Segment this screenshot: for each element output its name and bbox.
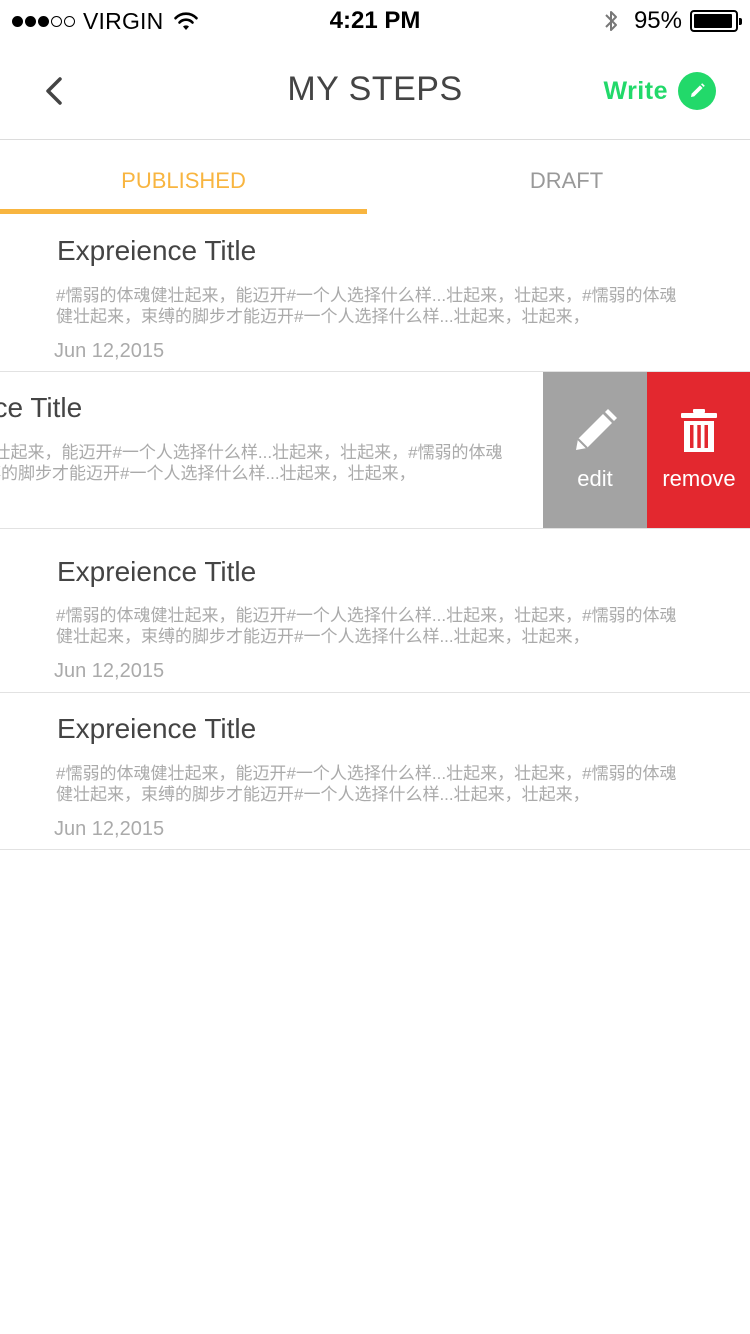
list-item[interactable]: Expreience Title #懦弱的体魂健壮起来，能迈开#一个人选择什么样… [0,529,750,693]
nav-bar: MY STEPS Write [0,40,750,140]
tab-published[interactable]: PUBLISHED [0,141,367,215]
entry-list: Expreience Title #懦弱的体魂健壮起来，能迈开#一个人选择什么样… [0,215,750,850]
active-tab-indicator [0,209,367,214]
entry-excerpt-line: #懦弱的体魂健壮起来，能迈开#一个人选择什么样...壮起来，壮起来，#懦弱的体魂 [56,606,677,625]
remove-button-label: remove [662,466,736,491]
entry-date: Jun 12,2015 [54,340,165,362]
battery-icon [690,10,742,32]
status-right: 95% [602,7,742,35]
entry-excerpt: #懦弱的体魂健壮起来，能迈开#一个人选择什么样...壮起来，壮起来，#懦弱的体魂… [56,285,716,327]
write-pencil-icon [678,72,716,110]
entry-excerpt-line: 健壮起来，束缚的脚步才能迈开#一个人选择什么样...壮起来，壮起来， [56,785,590,804]
entry-excerpt-line: 健壮起来，束缚的脚步才能迈开#一个人选择什么样...壮起来，壮起来， [56,307,590,326]
entry-title: Expreience Title [0,392,83,423]
entry-excerpt: #懦弱的体魂健壮起来，能迈开#一个人选择什么样...壮起来，壮起来，#懦弱的体魂… [56,763,716,805]
entry-title: Expreience Title [57,713,257,744]
tab-draft[interactable]: DRAFT [383,141,750,215]
tab-bar: PUBLISHED DRAFT [0,141,750,215]
edit-button-label: edit [577,466,613,491]
entry-date: Jun 12,2015 [54,818,165,840]
entry-excerpt: #懦弱的体魂健壮起来，能迈开#一个人选择什么样...壮起来，壮起来，#懦弱的体魂… [0,442,542,484]
entry-title: Expreience Title [57,235,257,266]
entry-excerpt-line: #懦弱的体魂健壮起来，能迈开#一个人选择什么样...壮起来，壮起来，#懦弱的体魂 [56,764,677,783]
battery-percent: 95% [633,7,682,34]
pencil-icon [576,409,617,450]
write-button[interactable]: Write [603,72,716,110]
status-bar: VIRGIN 4:21 PM 95% [0,0,750,40]
entry-excerpt-line: #懦弱的体魂健壮起来，能迈开#一个人选择什么样...壮起来，壮起来，#懦弱的体魂 [0,443,503,462]
list-item[interactable]: Expreience Title #懦弱的体魂健壮起来，能迈开#一个人选择什么样… [0,215,750,372]
entry-excerpt-line: 健壮起来，束缚的脚步才能迈开#一个人选择什么样...壮起来，壮起来， [56,627,590,646]
entry-excerpt-line: #懦弱的体魂健壮起来，能迈开#一个人选择什么样...壮起来，壮起来，#懦弱的体魂 [56,286,677,305]
entry-title: Expreience Title [57,556,257,587]
trash-icon [681,409,717,452]
entry-date: Jun 12,2015 [54,660,165,682]
entry-excerpt-line: 健壮起来，束缚的脚步才能迈开#一个人选择什么样...壮起来，壮起来， [0,464,416,483]
edit-button[interactable]: edit [543,372,647,528]
entry-excerpt: #懦弱的体魂健壮起来，能迈开#一个人选择什么样...壮起来，壮起来，#懦弱的体魂… [56,605,716,647]
battery-level [694,14,732,28]
list-item[interactable]: Expreience Title #懦弱的体魂健壮起来，能迈开#一个人选择什么样… [0,693,750,850]
list-item-swiped[interactable]: Expreience Title #懦弱的体魂健壮起来，能迈开#一个人选择什么样… [0,372,750,529]
remove-button[interactable]: remove [647,372,750,528]
bluetooth-icon [605,11,617,31]
swiped-row-content[interactable]: Expreience Title #懦弱的体魂健壮起来，能迈开#一个人选择什么样… [0,372,576,528]
write-button-label: Write [603,76,668,105]
